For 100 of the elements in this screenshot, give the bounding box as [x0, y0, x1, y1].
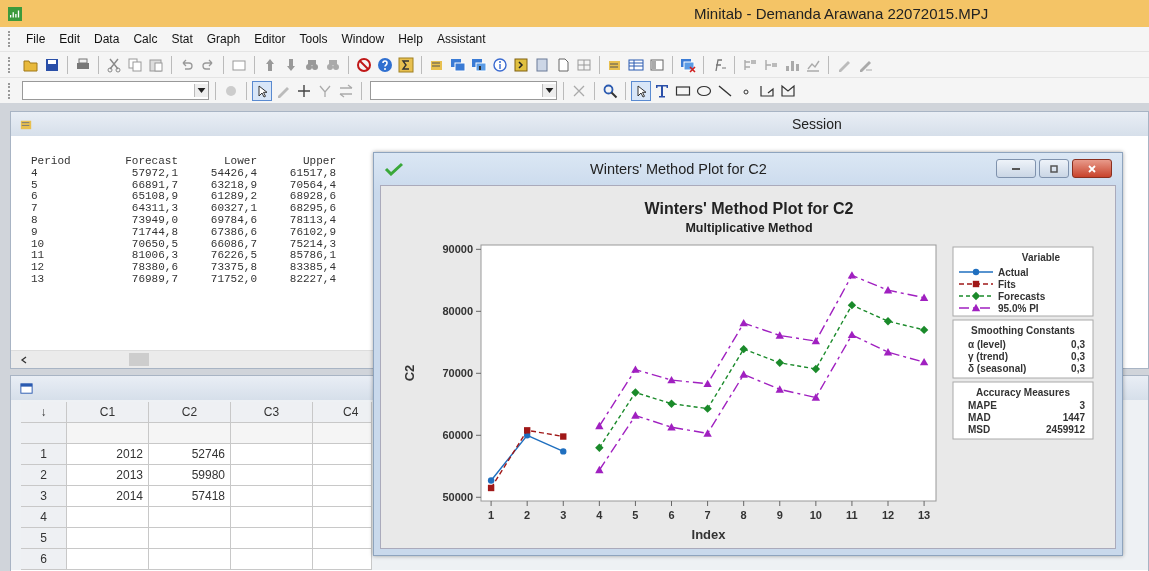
- sheet-icon[interactable]: [533, 55, 551, 74]
- table-cell[interactable]: [67, 507, 149, 528]
- data-point: [847, 300, 857, 310]
- legend-value: 0,3: [1071, 351, 1085, 362]
- table-cell[interactable]: [313, 486, 372, 507]
- table-cell[interactable]: 52746: [149, 444, 231, 465]
- corner-cell[interactable]: ↓: [21, 402, 67, 423]
- output-value: 61517,8: [257, 167, 336, 180]
- menu-item[interactable]: Stat: [164, 30, 200, 48]
- table-cell[interactable]: 57418: [149, 486, 231, 507]
- axis-tick-label: 11: [846, 509, 858, 521]
- menu-item[interactable]: Help: [391, 30, 430, 48]
- menu-item[interactable]: Window: [334, 30, 392, 48]
- table-cell[interactable]: [313, 528, 372, 549]
- table-cell[interactable]: 2012: [67, 444, 149, 465]
- table-cell[interactable]: [149, 507, 231, 528]
- table-cell[interactable]: [231, 465, 313, 486]
- column-name-cell[interactable]: [67, 423, 149, 444]
- output-value: 73949,0: [130, 215, 178, 227]
- data-point: [703, 379, 712, 388]
- row-header[interactable]: 6: [21, 549, 67, 570]
- table-cell[interactable]: [313, 507, 372, 528]
- stop-icon[interactable]: [355, 55, 373, 74]
- output-value: 70650,5: [130, 238, 178, 251]
- table-cell[interactable]: 2013: [67, 465, 149, 486]
- close-button[interactable]: [1072, 159, 1112, 178]
- table-cell[interactable]: [313, 549, 372, 570]
- data-point: [739, 344, 748, 354]
- prompt-icon[interactable]: [512, 55, 530, 74]
- axis-tick-label: 60000: [442, 429, 473, 442]
- output-value: 67386,6: [178, 226, 257, 239]
- chart-title: Winters' Method Plot for C2: [644, 200, 854, 217]
- column-name-cell[interactable]: [313, 423, 372, 444]
- axis-tick-label: 6: [668, 509, 675, 521]
- table-cell[interactable]: [149, 549, 231, 570]
- row-header[interactable]: 1: [21, 444, 67, 465]
- data-point: [775, 358, 784, 367]
- table-cell[interactable]: [231, 549, 313, 570]
- table-cell[interactable]: [231, 444, 313, 465]
- table-cell[interactable]: [231, 486, 313, 507]
- menu-item[interactable]: Editor: [247, 30, 293, 48]
- help-icon[interactable]: [376, 55, 394, 74]
- row-header[interactable]: [21, 423, 67, 444]
- output-value: 81006,3: [130, 250, 178, 263]
- table-cell[interactable]: [231, 528, 313, 549]
- output-value: 66086,7: [178, 238, 257, 251]
- output-value: 69784,6: [178, 215, 257, 227]
- output-value: 10: [31, 238, 46, 251]
- info-icon[interactable]: [491, 55, 509, 74]
- table-cell[interactable]: [67, 549, 149, 570]
- axis-tick-label: 9: [776, 509, 783, 521]
- table-cell[interactable]: 2014: [67, 486, 149, 507]
- column-name-cell[interactable]: [231, 423, 313, 444]
- column-name-cell[interactable]: [149, 423, 231, 444]
- table-cell[interactable]: [313, 444, 372, 465]
- column-header[interactable]: C4: [313, 402, 372, 423]
- data-point: [883, 348, 893, 356]
- table-cell[interactable]: [313, 465, 372, 486]
- menu-item[interactable]: Graph: [199, 30, 248, 48]
- copy-icon[interactable]: [126, 55, 144, 74]
- column-header[interactable]: C3: [231, 402, 313, 423]
- axis-tick-label: 70000: [442, 367, 473, 380]
- output-value: 75214,3: [257, 238, 336, 251]
- scroll-thumb[interactable]: [129, 353, 149, 366]
- output-value: 8: [31, 215, 39, 227]
- scroll-left-icon[interactable]: [19, 354, 29, 365]
- column-header[interactable]: C2: [149, 402, 231, 423]
- data-point: [847, 330, 857, 339]
- table-cell[interactable]: [231, 507, 313, 528]
- row-header[interactable]: 3: [21, 486, 67, 507]
- maximize-button[interactable]: [1039, 159, 1069, 178]
- menu-item[interactable]: Tools: [292, 30, 335, 48]
- data-point: [595, 443, 604, 452]
- legend-title: Smoothing Constants: [971, 325, 1075, 336]
- output-value: 61289,2: [178, 191, 257, 204]
- menu-item[interactable]: Edit: [52, 30, 88, 48]
- dropdown-arrow-icon: [194, 84, 208, 97]
- table-cell[interactable]: 59980: [149, 465, 231, 486]
- output-value: 54426,4: [178, 167, 257, 180]
- menu-item[interactable]: Calc: [126, 30, 165, 48]
- row-header[interactable]: 2: [21, 465, 67, 486]
- menu-item[interactable]: File: [19, 30, 53, 48]
- legend-symbol: [958, 268, 994, 276]
- pointer-icon[interactable]: [632, 81, 650, 100]
- row-header[interactable]: 5: [21, 528, 67, 549]
- output-value: 83385,4: [257, 262, 336, 274]
- dropdown-field[interactable]: [370, 81, 557, 100]
- pointer-icon[interactable]: [253, 81, 271, 100]
- chart-subtitle: Multiplicative Method: [685, 221, 813, 235]
- dropdown-field[interactable]: [22, 81, 209, 100]
- table-cell[interactable]: [149, 528, 231, 549]
- legend-label: MAD: [968, 412, 991, 423]
- column-header[interactable]: C1: [67, 402, 149, 423]
- menu-item[interactable]: Assistant: [429, 30, 493, 48]
- menu-item[interactable]: Data: [87, 30, 127, 48]
- table-cell[interactable]: [67, 528, 149, 549]
- horizontal-scrollbar[interactable]: [11, 350, 373, 368]
- sigma-icon[interactable]: [397, 55, 415, 74]
- minimize-button[interactable]: [996, 159, 1036, 178]
- row-header[interactable]: 4: [21, 507, 67, 528]
